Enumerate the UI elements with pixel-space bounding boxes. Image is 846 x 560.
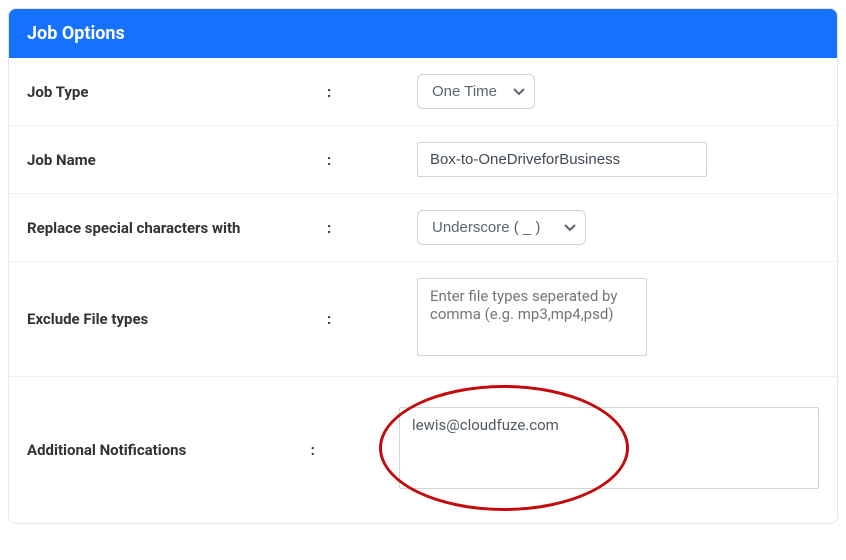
job-type-select[interactable]: One Time bbox=[417, 74, 535, 109]
card-header: Job Options bbox=[9, 9, 837, 58]
replace-chars-select[interactable]: Underscore ( _ ) bbox=[417, 210, 586, 245]
colon: : bbox=[311, 441, 339, 459]
row-job-type: Job Type : One Time bbox=[9, 58, 837, 126]
row-exclude-types: Exclude File types : bbox=[9, 262, 837, 377]
colon: : bbox=[327, 219, 357, 237]
label-notifications: Additional Notifications bbox=[27, 441, 311, 459]
replace-chars-select-wrap: Underscore ( _ ) bbox=[417, 210, 586, 245]
label-job-type: Job Type bbox=[27, 83, 327, 101]
value-exclude-types bbox=[357, 278, 819, 360]
job-options-card: Job Options Job Type : One Time Job Name… bbox=[8, 8, 838, 524]
label-replace-chars: Replace special characters with bbox=[27, 219, 327, 237]
colon: : bbox=[327, 310, 357, 328]
value-job-name bbox=[357, 142, 819, 177]
job-type-select-wrap: One Time bbox=[417, 74, 535, 109]
colon: : bbox=[327, 151, 357, 169]
notifications-input[interactable] bbox=[399, 407, 819, 489]
colon: : bbox=[327, 83, 357, 101]
row-notifications: Additional Notifications : bbox=[9, 377, 837, 523]
row-replace-chars: Replace special characters with : Unders… bbox=[9, 194, 837, 262]
exclude-types-input[interactable] bbox=[417, 278, 647, 356]
job-name-input[interactable] bbox=[417, 142, 707, 177]
card-title: Job Options bbox=[27, 23, 125, 44]
value-replace-chars: Underscore ( _ ) bbox=[357, 210, 819, 245]
row-job-name: Job Name : bbox=[9, 126, 837, 194]
value-job-type: One Time bbox=[357, 74, 819, 109]
label-exclude-types: Exclude File types bbox=[27, 310, 327, 328]
label-job-name: Job Name bbox=[27, 151, 327, 169]
value-notifications bbox=[339, 407, 819, 493]
